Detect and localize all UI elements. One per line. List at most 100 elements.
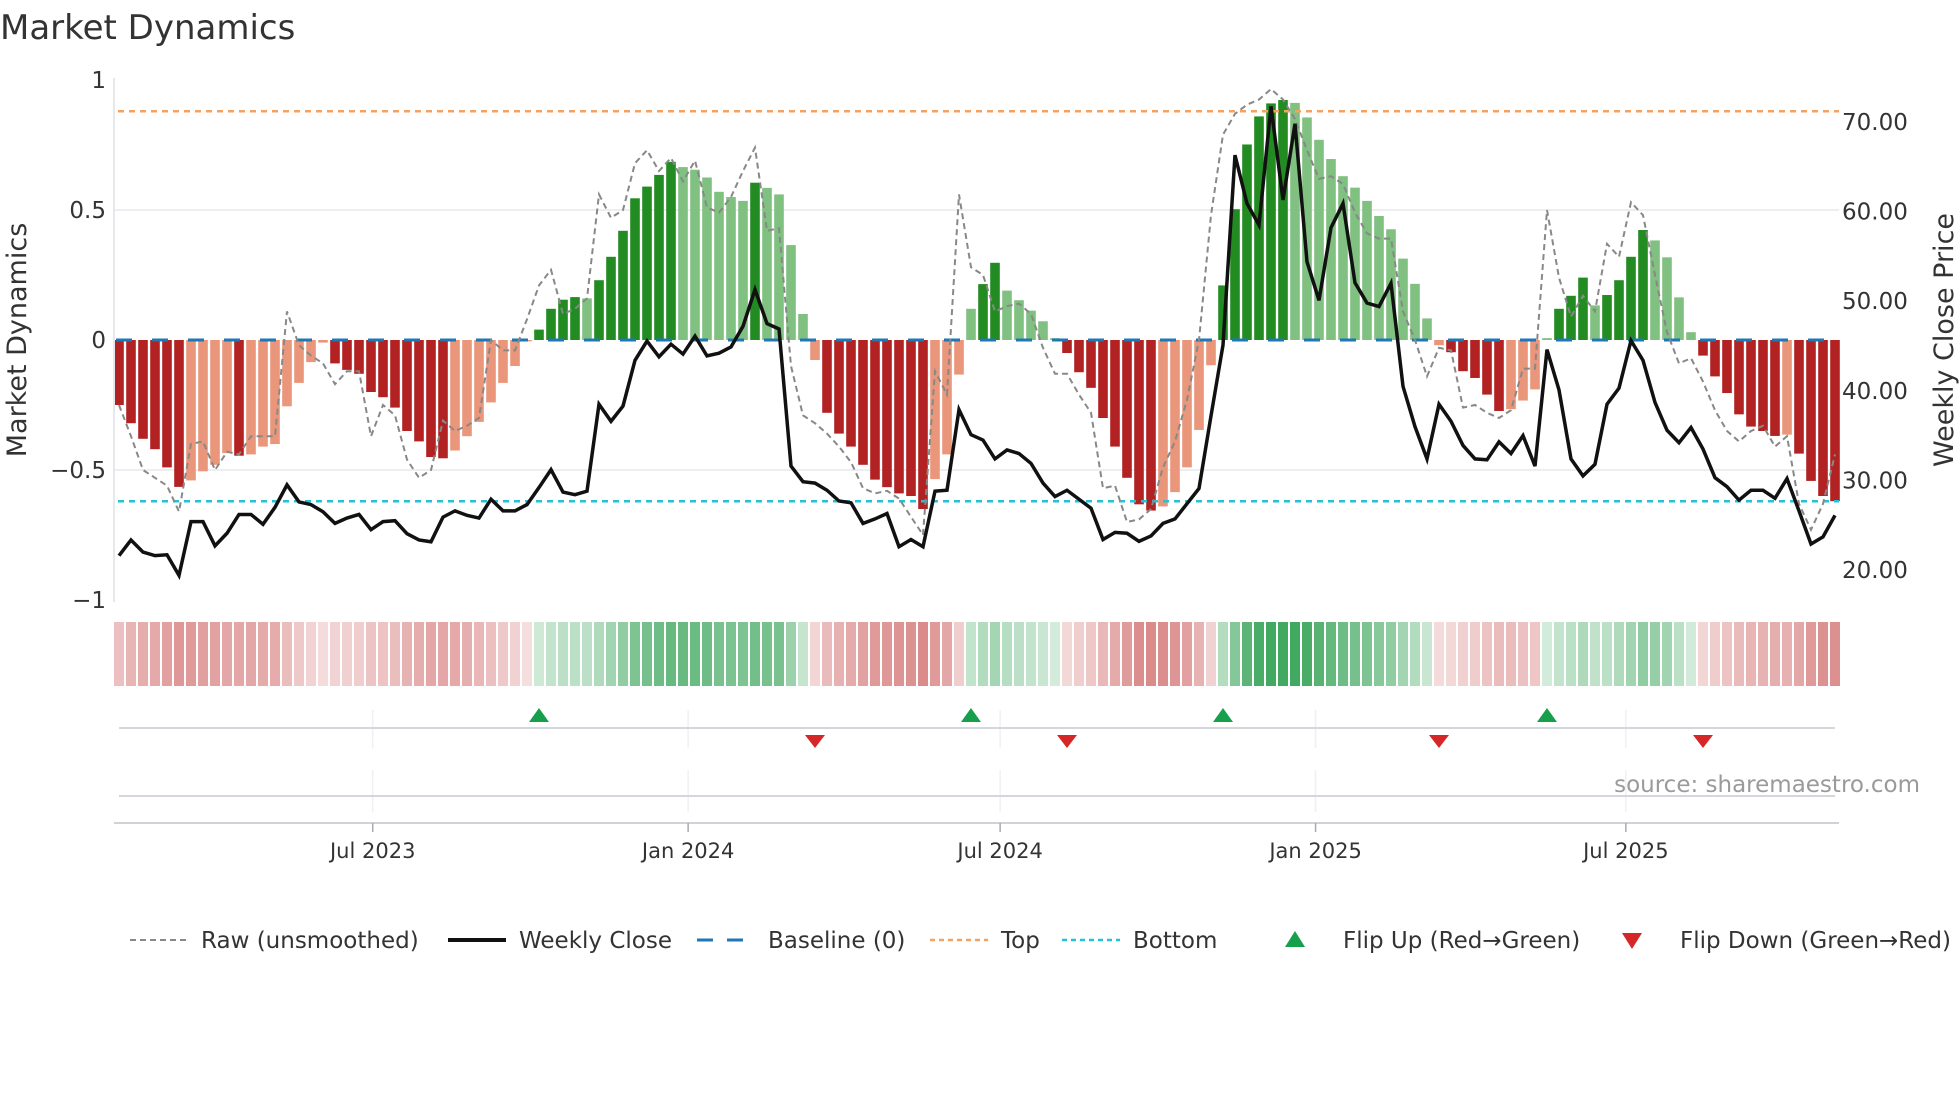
dynamics-bar <box>1626 256 1636 340</box>
heat-strip-cell <box>1518 622 1528 686</box>
heat-strip-cell <box>654 622 664 686</box>
flip-down-marker-icon <box>1057 735 1077 748</box>
legend-item-top: Top <box>930 928 1040 954</box>
legend-label: Weekly Close <box>519 928 672 954</box>
heat-strip-cell <box>414 622 424 686</box>
dynamics-bar <box>594 280 604 340</box>
dynamics-bar <box>1122 340 1132 478</box>
heat-strip-cell <box>354 622 364 686</box>
dynamics-bar <box>834 340 844 434</box>
heat-strip-cell <box>162 622 172 686</box>
dynamics-bar <box>822 340 832 413</box>
dynamics-bar <box>690 169 700 340</box>
flip-down-marker-icon <box>805 735 825 748</box>
heat-strip-cell <box>1194 622 1204 686</box>
heat-strip-cell <box>426 622 436 686</box>
heat-strip-cell <box>546 622 556 686</box>
heat-strip-cell <box>174 622 184 686</box>
heat-strip-cell <box>690 622 700 686</box>
dynamics-bar <box>846 340 856 447</box>
dynamics-bar <box>798 314 808 340</box>
heat-strip-cell <box>1626 622 1636 686</box>
heat-strip-cell <box>1230 622 1240 686</box>
heat-strip-cell <box>858 622 868 686</box>
dynamics-bar <box>318 340 328 343</box>
heat-strip-cell <box>1122 622 1132 686</box>
dynamics-bar <box>198 340 208 472</box>
dynamics-bar <box>882 340 892 488</box>
dynamics-bar <box>906 340 916 496</box>
dynamics-bar <box>366 340 376 392</box>
heat-strip-cell <box>870 622 880 686</box>
flip-up-marker-icon <box>961 708 981 722</box>
dynamics-bar <box>162 340 172 468</box>
heat-strip-cell <box>1218 622 1228 686</box>
heat-strip-cell <box>1026 622 1036 686</box>
heat-strip-cell <box>882 622 892 686</box>
dynamics-bar <box>1470 340 1480 378</box>
heat-strip-cell <box>978 622 988 686</box>
dynamics-bar <box>1422 318 1432 340</box>
dynamics-bar <box>714 191 724 340</box>
dynamics-bar <box>450 340 460 451</box>
dynamics-bar <box>702 177 712 340</box>
heat-strip-cell <box>318 622 328 686</box>
heat-strip-cell <box>306 622 316 686</box>
dynamics-bar <box>126 340 136 424</box>
heat-strip-cell <box>1254 622 1264 686</box>
legend-item-baseline: Baseline (0) <box>697 928 905 954</box>
heat-strip-cell <box>750 622 760 686</box>
heat-strip-cell <box>234 622 244 686</box>
dynamics-bar <box>474 340 484 422</box>
heat-strip-cell <box>1002 622 1012 686</box>
heat-strip-cell <box>270 622 280 686</box>
heat-strip-cell <box>1422 622 1432 686</box>
heat-strip-cell <box>1434 622 1444 686</box>
legend-label: Flip Down (Green→Red) <box>1680 928 1951 954</box>
dynamics-bar <box>942 340 952 455</box>
heat-strip-cell <box>1566 622 1576 686</box>
heat-strip-cell <box>1674 622 1684 686</box>
source-credit: source: sharemaestro.com <box>1614 772 1920 798</box>
dynamics-bar <box>1398 258 1408 340</box>
dynamics-bar <box>678 167 688 340</box>
dynamics-bar <box>510 340 520 366</box>
heat-strip-cell <box>606 622 616 686</box>
heat-strip-cell <box>1326 622 1336 686</box>
heat-strip-cell <box>510 622 520 686</box>
dynamics-bar <box>1002 290 1012 340</box>
heat-strip-cell <box>1266 622 1276 686</box>
heat-strip-cell <box>666 622 676 686</box>
dynamics-bar <box>1710 340 1720 377</box>
heat-strip-cell <box>702 622 712 686</box>
axes: 1 0.5 0 −0.5 −1 70.00 60.00 50.00 40.00 30.00 20.0… <box>50 68 1908 863</box>
x-tick-label: Jul 2024 <box>955 839 1042 863</box>
dynamics-bar <box>1194 340 1204 430</box>
heat-strip-cell <box>1458 622 1468 686</box>
dynamics-bar <box>258 340 268 447</box>
y-tick-label: 1 <box>91 68 106 94</box>
heat-strip-cell <box>1734 622 1744 686</box>
dynamics-bar <box>174 340 184 487</box>
chart-title: Market Dynamics <box>0 8 295 48</box>
y-tick-label: −0.5 <box>50 458 106 484</box>
y2-tick-label: 40.00 <box>1842 379 1908 405</box>
dynamics-bar <box>1830 340 1840 502</box>
y2-axis-label: Weekly Close Price <box>1929 213 1960 467</box>
dynamics-bar <box>966 308 976 340</box>
x-tick-label: Jul 2025 <box>1581 839 1668 863</box>
dynamics-bar <box>1014 300 1024 340</box>
heat-strip-cell <box>1698 622 1708 686</box>
dynamics-bar <box>1638 230 1648 340</box>
heat-strip-cell <box>1530 622 1540 686</box>
heat-strip-cell <box>810 622 820 686</box>
heat-strip-cell <box>246 622 256 686</box>
dynamics-bar <box>630 198 640 340</box>
heat-strip-cell <box>1242 622 1252 686</box>
heat-strip-cell <box>126 622 136 686</box>
dynamics-bar <box>1182 340 1192 468</box>
heat-strip-cell <box>1170 622 1180 686</box>
dynamics-bar <box>1578 277 1588 340</box>
dynamics-bar <box>1098 340 1108 418</box>
x-tick-label: Jan 2024 <box>640 839 735 863</box>
